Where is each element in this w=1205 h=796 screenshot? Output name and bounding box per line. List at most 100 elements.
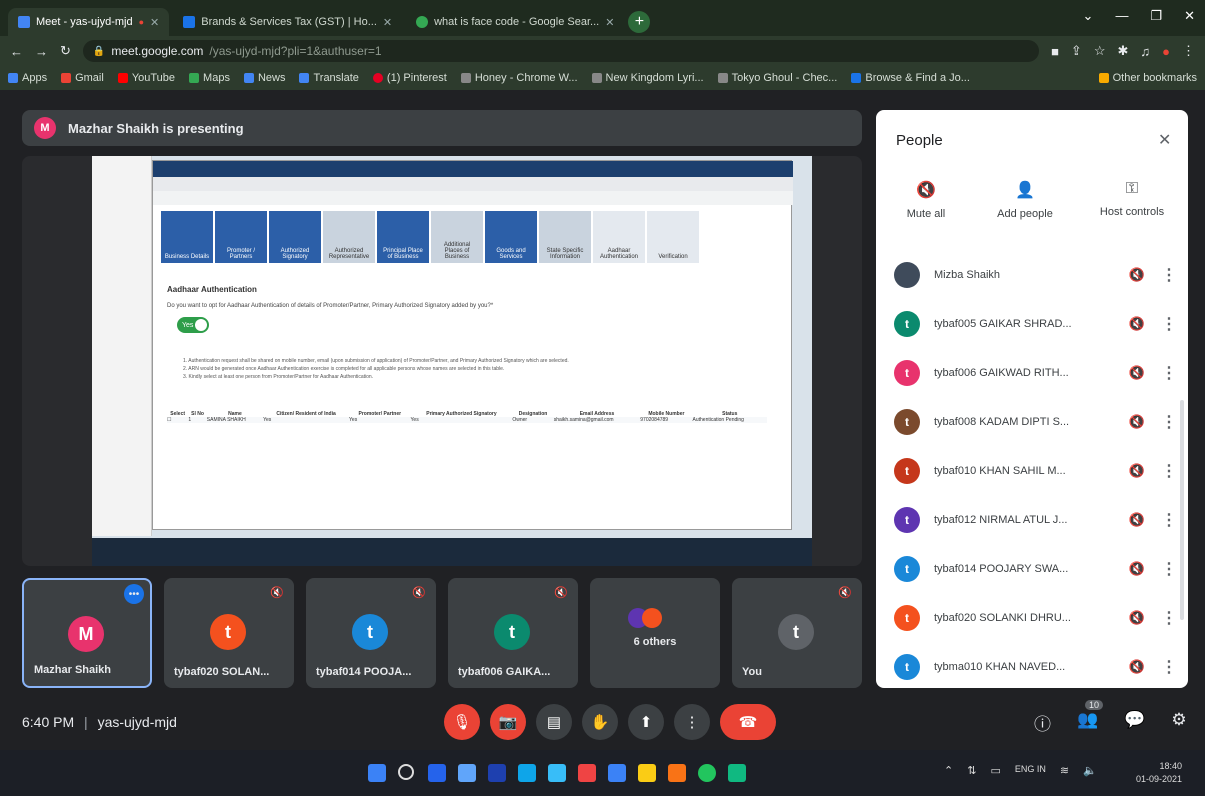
list-item[interactable]: t tybaf010 KHAN SAHIL M... 🔇 ⋮ xyxy=(894,449,1178,493)
mic-off-icon[interactable]: 🔇 xyxy=(1128,659,1146,675)
step-tile[interactable]: State Specific Information xyxy=(539,211,591,263)
present-button[interactable]: ⬆ xyxy=(628,704,664,740)
battery-icon[interactable]: ▭ xyxy=(990,764,1000,777)
more-options-icon[interactable]: ⋮ xyxy=(1160,510,1178,530)
bookmark-pinterest[interactable]: (1) Pinterest xyxy=(372,72,447,84)
step-tile[interactable]: Goods and Services xyxy=(485,211,537,263)
step-tile[interactable]: Principal Place of Business xyxy=(377,211,429,263)
chat-icon[interactable]: 💬 xyxy=(1124,710,1145,735)
more-options-icon[interactable]: ⋮ xyxy=(1160,608,1178,628)
close-tab-icon[interactable]: ✕ xyxy=(383,16,392,29)
people-button[interactable]: 👥 10 xyxy=(1077,700,1104,735)
chevron-up-icon[interactable]: ⌃ xyxy=(944,764,953,777)
bookmark-youtube[interactable]: YouTube xyxy=(117,72,175,84)
add-people-button[interactable]: 👤 Add people xyxy=(980,180,1070,220)
microphone-button[interactable]: 🎙 xyxy=(444,704,480,740)
list-item[interactable]: t tybaf014 POOJARY SWA... 🔇 ⋮ xyxy=(894,547,1178,591)
bookmark-apps[interactable]: Apps xyxy=(8,72,47,84)
start-icon[interactable] xyxy=(368,764,386,782)
activities-icon[interactable]: ⚙ xyxy=(1171,710,1186,735)
bookmark-star-icon[interactable]: ☆ xyxy=(1094,43,1106,59)
new-tab-button[interactable]: + xyxy=(628,11,651,33)
reload-icon[interactable]: ↻ xyxy=(60,43,71,59)
step-tile[interactable]: Authorized Representative xyxy=(323,211,375,263)
language-indicator[interactable]: ENG IN xyxy=(1015,764,1046,777)
more-options-icon[interactable]: ⋮ xyxy=(1160,265,1178,285)
app-icon[interactable] xyxy=(728,764,746,782)
bookmark-honey[interactable]: Honey - Chrome W... xyxy=(460,72,578,84)
step-tile[interactable]: Promoter / Partners xyxy=(215,211,267,263)
camera-status-icon[interactable]: ■ xyxy=(1051,44,1059,59)
tab-search-button[interactable]: ⌄ xyxy=(1083,8,1094,24)
volume-icon[interactable]: 🔈 xyxy=(1083,764,1097,777)
more-options-button[interactable]: ⋮ xyxy=(674,704,710,740)
photos-icon[interactable] xyxy=(608,764,626,782)
network-icon[interactable]: ⇅ xyxy=(967,764,976,777)
widgets-icon[interactable] xyxy=(428,764,446,782)
close-window-button[interactable]: ✕ xyxy=(1184,8,1195,24)
task-view-icon[interactable] xyxy=(458,764,476,782)
bookmark-gmail[interactable]: Gmail xyxy=(61,72,104,84)
list-item[interactable]: t tybma010 KHAN NAVED... 🔇 ⋮ xyxy=(894,645,1178,688)
step-tile[interactable]: Authorized Signatory xyxy=(269,211,321,263)
meeting-details-icon[interactable]: ⓘ xyxy=(1034,710,1051,735)
tab-gst[interactable]: Brands & Services Tax (GST) | Ho... ✕ xyxy=(173,8,402,36)
step-tile[interactable]: Verification xyxy=(647,211,699,263)
search-icon[interactable] xyxy=(398,764,414,780)
tab-google-search[interactable]: what is face code - Google Sear... ✕ xyxy=(406,8,624,36)
forward-icon[interactable]: → xyxy=(35,44,48,59)
mic-off-icon[interactable]: 🔇 xyxy=(1128,414,1146,430)
office-icon[interactable] xyxy=(668,764,686,782)
tab-meet[interactable]: Meet - yas-ujyd-mjd ● ✕ xyxy=(8,8,170,36)
list-item[interactable]: t tybaf005 GAIKAR SHRAD... 🔇 ⋮ xyxy=(894,302,1178,346)
camera-button[interactable]: 📷 xyxy=(490,704,526,740)
list-item[interactable]: t tybaf012 NIRMAL ATUL J... 🔇 ⋮ xyxy=(894,498,1178,542)
tile-participant[interactable]: 🔇 t tybaf006 GAIKA... xyxy=(448,578,578,688)
list-item[interactable]: Mizba Shaikh 🔇 ⋮ xyxy=(894,253,1178,297)
bookmark-news[interactable]: News xyxy=(243,72,285,84)
list-item[interactable]: t tybaf008 KADAM DIPTI S... 🔇 ⋮ xyxy=(894,400,1178,444)
mic-off-icon[interactable]: 🔇 xyxy=(1128,267,1146,283)
end-call-button[interactable]: ☎ xyxy=(720,704,776,740)
step-tile[interactable]: Additional Places of Business xyxy=(431,211,483,263)
raise-hand-button[interactable]: ✋ xyxy=(582,704,618,740)
mic-off-icon[interactable]: 🔇 xyxy=(1128,512,1146,528)
close-tab-icon[interactable]: ✕ xyxy=(150,16,159,29)
minimize-button[interactable]: — xyxy=(1115,8,1128,24)
teams-icon[interactable] xyxy=(488,764,506,782)
list-item[interactable]: t tybaf020 SOLANKI DHRU... 🔇 ⋮ xyxy=(894,596,1178,640)
scrollbar[interactable] xyxy=(1180,400,1184,620)
step-tile[interactable]: Business Details xyxy=(161,211,213,263)
clock[interactable]: 18:40 01-09-2021 xyxy=(1136,760,1182,786)
tile-participant[interactable]: 🔇 t tybaf014 POOJA... xyxy=(306,578,436,688)
host-controls-button[interactable]: ⚿ Host controls xyxy=(1084,180,1180,218)
step-tile[interactable]: Aadhaar Authentication xyxy=(593,211,645,263)
store-icon[interactable] xyxy=(548,764,566,782)
mic-off-icon[interactable]: 🔇 xyxy=(1128,316,1146,332)
tile-others[interactable]: 6 others xyxy=(590,578,720,688)
extensions-icon[interactable]: ✱ xyxy=(1117,43,1128,59)
more-options-icon[interactable]: ⋮ xyxy=(1160,412,1178,432)
aadhaar-toggle[interactable]: Yes xyxy=(177,317,209,333)
captions-button[interactable]: ▤ xyxy=(536,704,572,740)
bookmark-maps[interactable]: Maps xyxy=(189,72,230,84)
bookmark-browse-jobs[interactable]: Browse & Find a Jo... xyxy=(851,72,970,84)
profile-avatar-icon[interactable]: ● xyxy=(1162,44,1170,59)
mic-off-icon[interactable]: 🔇 xyxy=(1128,365,1146,381)
more-options-icon[interactable]: ⋮ xyxy=(1160,559,1178,579)
mute-all-button[interactable]: 🔇 Mute all xyxy=(886,180,966,220)
bookmark-other[interactable]: Other bookmarks xyxy=(1098,72,1197,84)
mic-off-icon[interactable]: 🔇 xyxy=(1128,610,1146,626)
maximize-button[interactable]: ❐ xyxy=(1150,8,1162,24)
wifi-icon[interactable]: ≋ xyxy=(1060,764,1069,777)
share-icon[interactable]: ⇪ xyxy=(1071,43,1082,59)
close-panel-button[interactable]: ✕ xyxy=(1158,130,1171,150)
edge-icon[interactable] xyxy=(518,764,536,782)
tile-mazhar-shaikh[interactable]: ••• M Mazhar Shaikh xyxy=(22,578,152,688)
mic-off-icon[interactable]: 🔇 xyxy=(1128,463,1146,479)
url-input[interactable]: 🔒 meet.google.com/yas-ujyd-mjd?pli=1&aut… xyxy=(82,40,1040,62)
bookmark-new-kingdom[interactable]: New Kingdom Lyri... xyxy=(591,72,704,84)
tile-participant[interactable]: 🔇 t tybaf020 SOLAN... xyxy=(164,578,294,688)
media-icon[interactable]: ♫ xyxy=(1140,44,1150,59)
tile-you[interactable]: 🔇 t You xyxy=(732,578,862,688)
